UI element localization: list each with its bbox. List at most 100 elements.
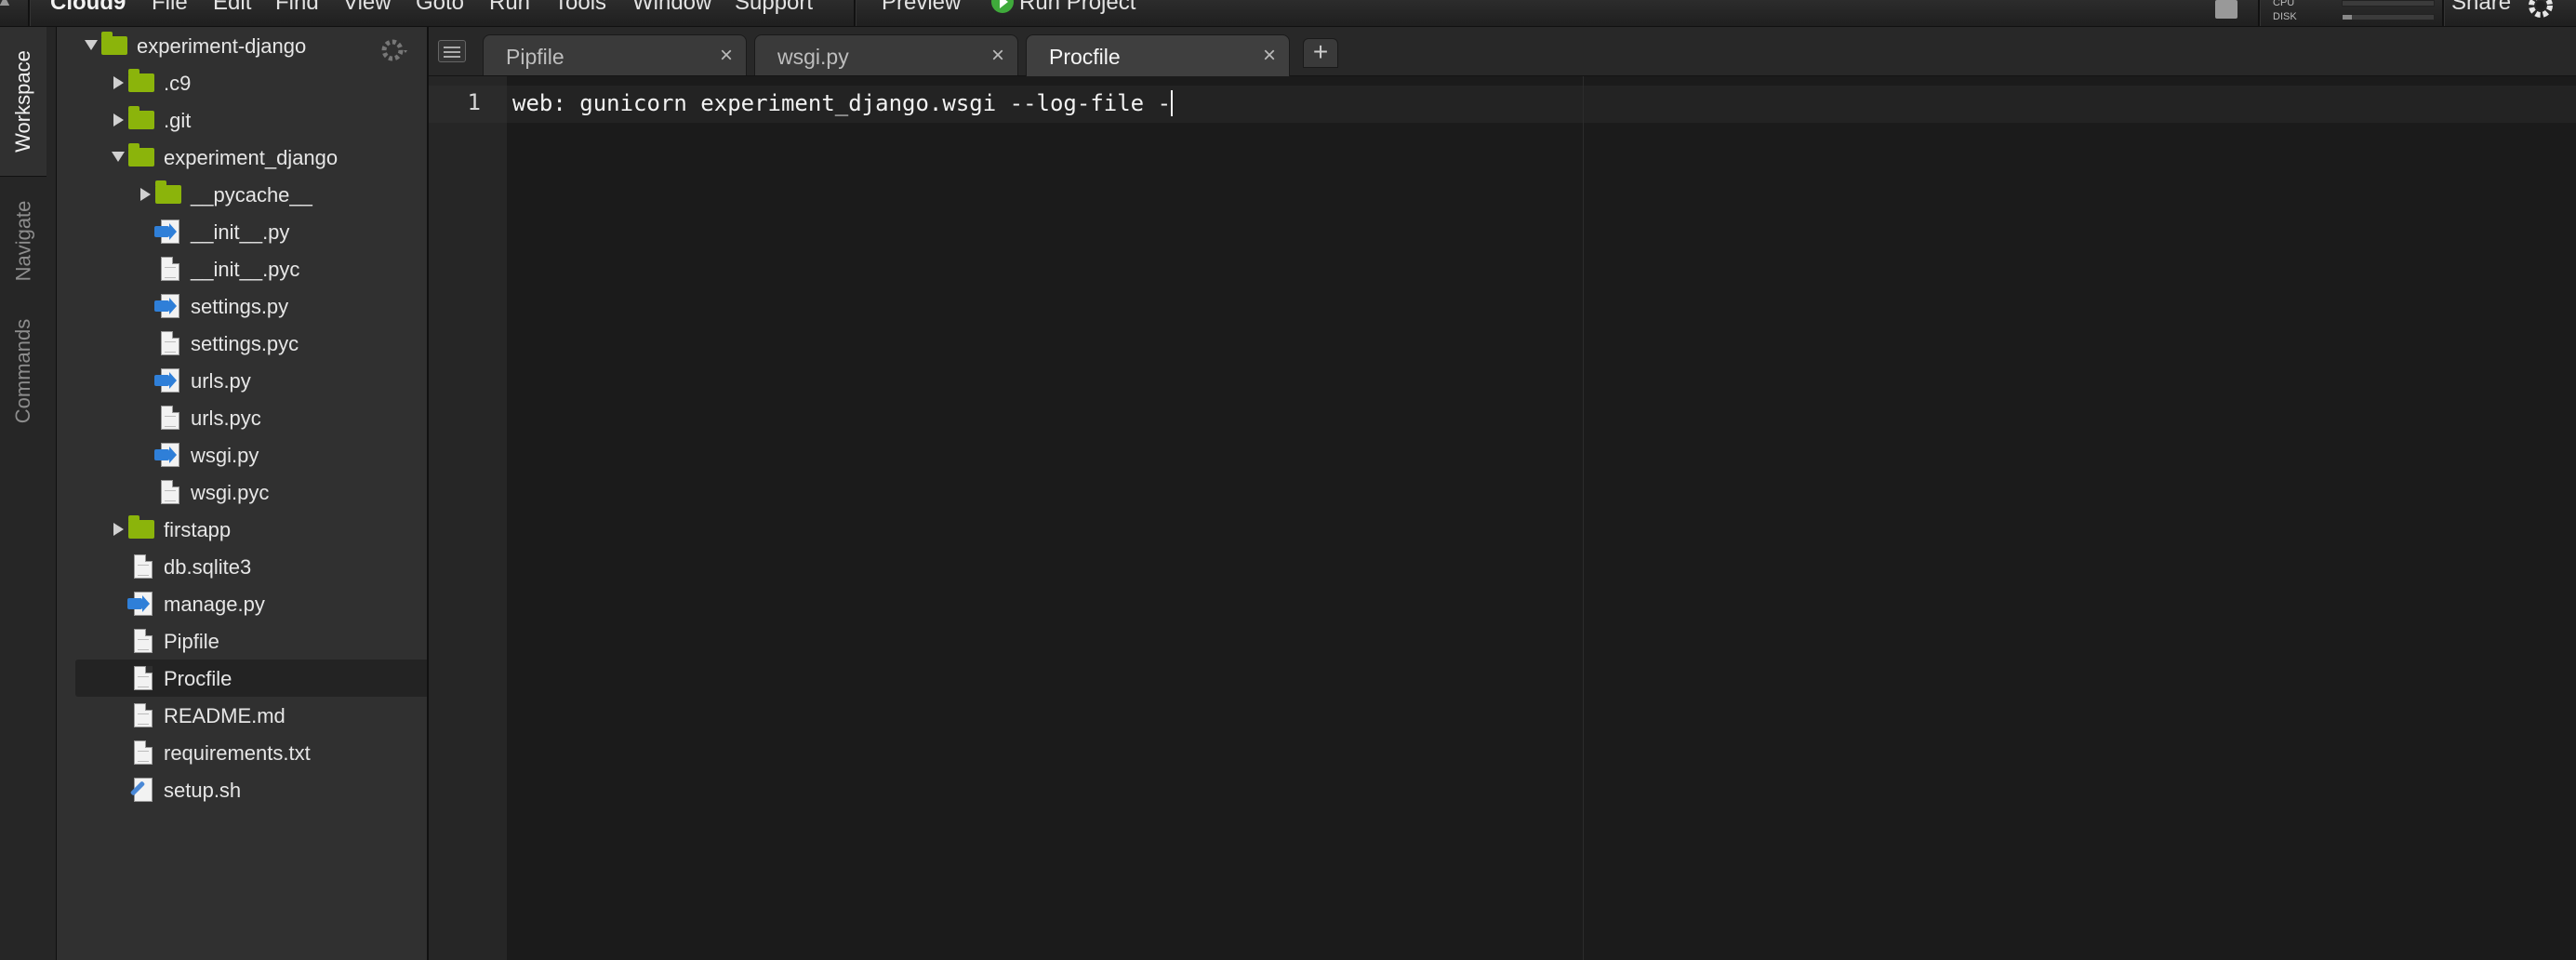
tree-item-label: manage.py [164, 593, 265, 616]
tree-item-init-pyc[interactable]: __init__.pyc [75, 250, 427, 287]
tree-item-c9[interactable]: .c9 [75, 64, 427, 101]
tree-item-label: .c9 [164, 72, 192, 95]
app-menu-cloud9[interactable]: Cloud9 [50, 0, 126, 16]
tree-item-git[interactable]: .git [75, 101, 427, 139]
tree-item-readme-md[interactable]: README.md [75, 697, 427, 734]
tree-item-label: __init__.py [191, 220, 290, 244]
collapse-arrow-icon[interactable]: ▲ [0, 0, 13, 10]
tree-item-experiment-django[interactable]: experiment-django [75, 27, 427, 64]
folder-icon [155, 180, 181, 204]
menu-window[interactable]: Window [632, 0, 711, 16]
tree-item-label: settings.py [191, 295, 289, 318]
avatar[interactable] [2215, 0, 2237, 19]
chevron-right-icon[interactable] [140, 188, 151, 201]
tree-item-pycache[interactable]: __pycache__ [75, 176, 427, 213]
tree-item-settings-py[interactable]: settings.py [75, 287, 427, 325]
folder-icon [128, 143, 154, 167]
tree-item-label: wsgi.py [191, 444, 259, 467]
menu-goto[interactable]: Goto [416, 0, 464, 16]
editor-tab-bar: Pipfile × wsgi.py × Procfile × + [429, 27, 2576, 76]
python-file-icon [127, 592, 153, 616]
tree-item-setup-sh[interactable]: setup.sh [75, 771, 427, 808]
tab-label: wsgi.py [777, 45, 849, 69]
folder-icon [128, 515, 154, 539]
line-gutter: 1 [429, 76, 507, 960]
python-file-icon [154, 294, 179, 318]
chevron-right-icon[interactable] [113, 113, 124, 127]
python-file-icon [154, 443, 179, 467]
tree-item-label: urls.pyc [191, 407, 261, 430]
tree-item-wsgi-pyc[interactable]: wsgi.pyc [75, 473, 427, 511]
preview-button[interactable]: Preview [882, 0, 961, 16]
menu-view[interactable]: View [343, 0, 392, 16]
panel-toggle-icon[interactable] [438, 40, 466, 62]
tab-procfile[interactable]: Procfile × [1026, 34, 1290, 76]
tab-navigate[interactable]: Navigate [0, 185, 46, 297]
tree-item-settings-pyc[interactable]: settings.pyc [75, 325, 427, 362]
menu-find[interactable]: Find [275, 0, 319, 16]
file-icon [161, 480, 179, 504]
chevron-down-icon[interactable] [112, 152, 125, 162]
chevron-right-icon[interactable] [113, 523, 124, 536]
share-button[interactable]: Share [2451, 0, 2511, 16]
folder-icon [128, 106, 154, 129]
menu-edit[interactable]: Edit [213, 0, 251, 16]
tree-settings-gear-icon[interactable] [379, 35, 409, 65]
tree-item-requirements-txt[interactable]: requirements.txt [75, 734, 427, 771]
divider [2258, 0, 2261, 26]
run-project-label: Run Project [1019, 0, 1136, 15]
cpu-meter [2342, 0, 2435, 7]
play-icon [991, 0, 1014, 13]
code-editor[interactable]: web: gunicorn experiment_django.wsgi --l… [507, 76, 2576, 960]
file-icon [134, 629, 153, 653]
close-icon[interactable]: × [720, 43, 733, 69]
python-file-icon [154, 220, 179, 244]
tree-item-urls-py[interactable]: urls.py [75, 362, 427, 399]
tab-pipfile[interactable]: Pipfile × [483, 34, 747, 75]
tree-item-db-sqlite3[interactable]: db.sqlite3 [75, 548, 427, 585]
run-project-button[interactable]: Run Project [991, 0, 1135, 16]
new-tab-button[interactable]: + [1303, 38, 1338, 68]
file-icon [161, 406, 179, 430]
menu-tools[interactable]: Tools [554, 0, 606, 16]
tree-item-init-py[interactable]: __init__.py [75, 213, 427, 250]
close-icon[interactable]: × [1263, 43, 1276, 69]
file-icon [161, 331, 179, 355]
gear-icon[interactable] [2524, 0, 2557, 22]
tree-item-firstapp[interactable]: firstapp [75, 511, 427, 548]
code-line[interactable]: web: gunicorn experiment_django.wsgi --l… [512, 90, 1174, 116]
menu-file[interactable]: File [152, 0, 188, 16]
file-icon [134, 554, 153, 579]
tree-item-label: Pipfile [164, 630, 219, 653]
tree-item-label: __pycache__ [191, 183, 312, 207]
divider [854, 0, 856, 26]
tab-commands[interactable]: Commands [0, 306, 46, 436]
tree-item-procfile[interactable]: Procfile [75, 660, 427, 697]
menu-support[interactable]: Support [735, 0, 813, 16]
tree-item-label: experiment-django [137, 34, 307, 58]
file-tree: experiment-django .c9 .git experiment_djang… [57, 27, 429, 960]
tree-item-label: settings.pyc [191, 332, 299, 355]
cpu-label: CPU [2273, 0, 2295, 8]
file-icon [134, 703, 153, 727]
tree-item-urls-pyc[interactable]: urls.pyc [75, 399, 427, 436]
tree-item-label: wsgi.pyc [191, 481, 270, 504]
chevron-down-icon[interactable] [85, 40, 98, 50]
print-margin [1583, 76, 1584, 960]
divider [28, 0, 31, 26]
tree-item-wsgi-py[interactable]: wsgi.py [75, 436, 427, 473]
file-icon [161, 257, 179, 281]
side-tabs: Workspace Navigate Commands [0, 27, 57, 960]
close-icon[interactable]: × [991, 43, 1004, 69]
line-number: 1 [467, 89, 481, 115]
tree-item-experiment-django[interactable]: experiment_django [75, 139, 427, 176]
disk-label: DISK [2273, 11, 2297, 22]
tree-item-manage-py[interactable]: manage.py [75, 585, 427, 622]
menu-run[interactable]: Run [489, 0, 530, 16]
tab-wsgi-py[interactable]: wsgi.py × [754, 34, 1018, 75]
tree-item-label: firstapp [164, 518, 232, 541]
tab-workspace[interactable]: Workspace [0, 27, 46, 177]
chevron-right-icon[interactable] [113, 76, 124, 89]
tree-item-pipfile[interactable]: Pipfile [75, 622, 427, 660]
tab-label: Pipfile [506, 45, 564, 69]
